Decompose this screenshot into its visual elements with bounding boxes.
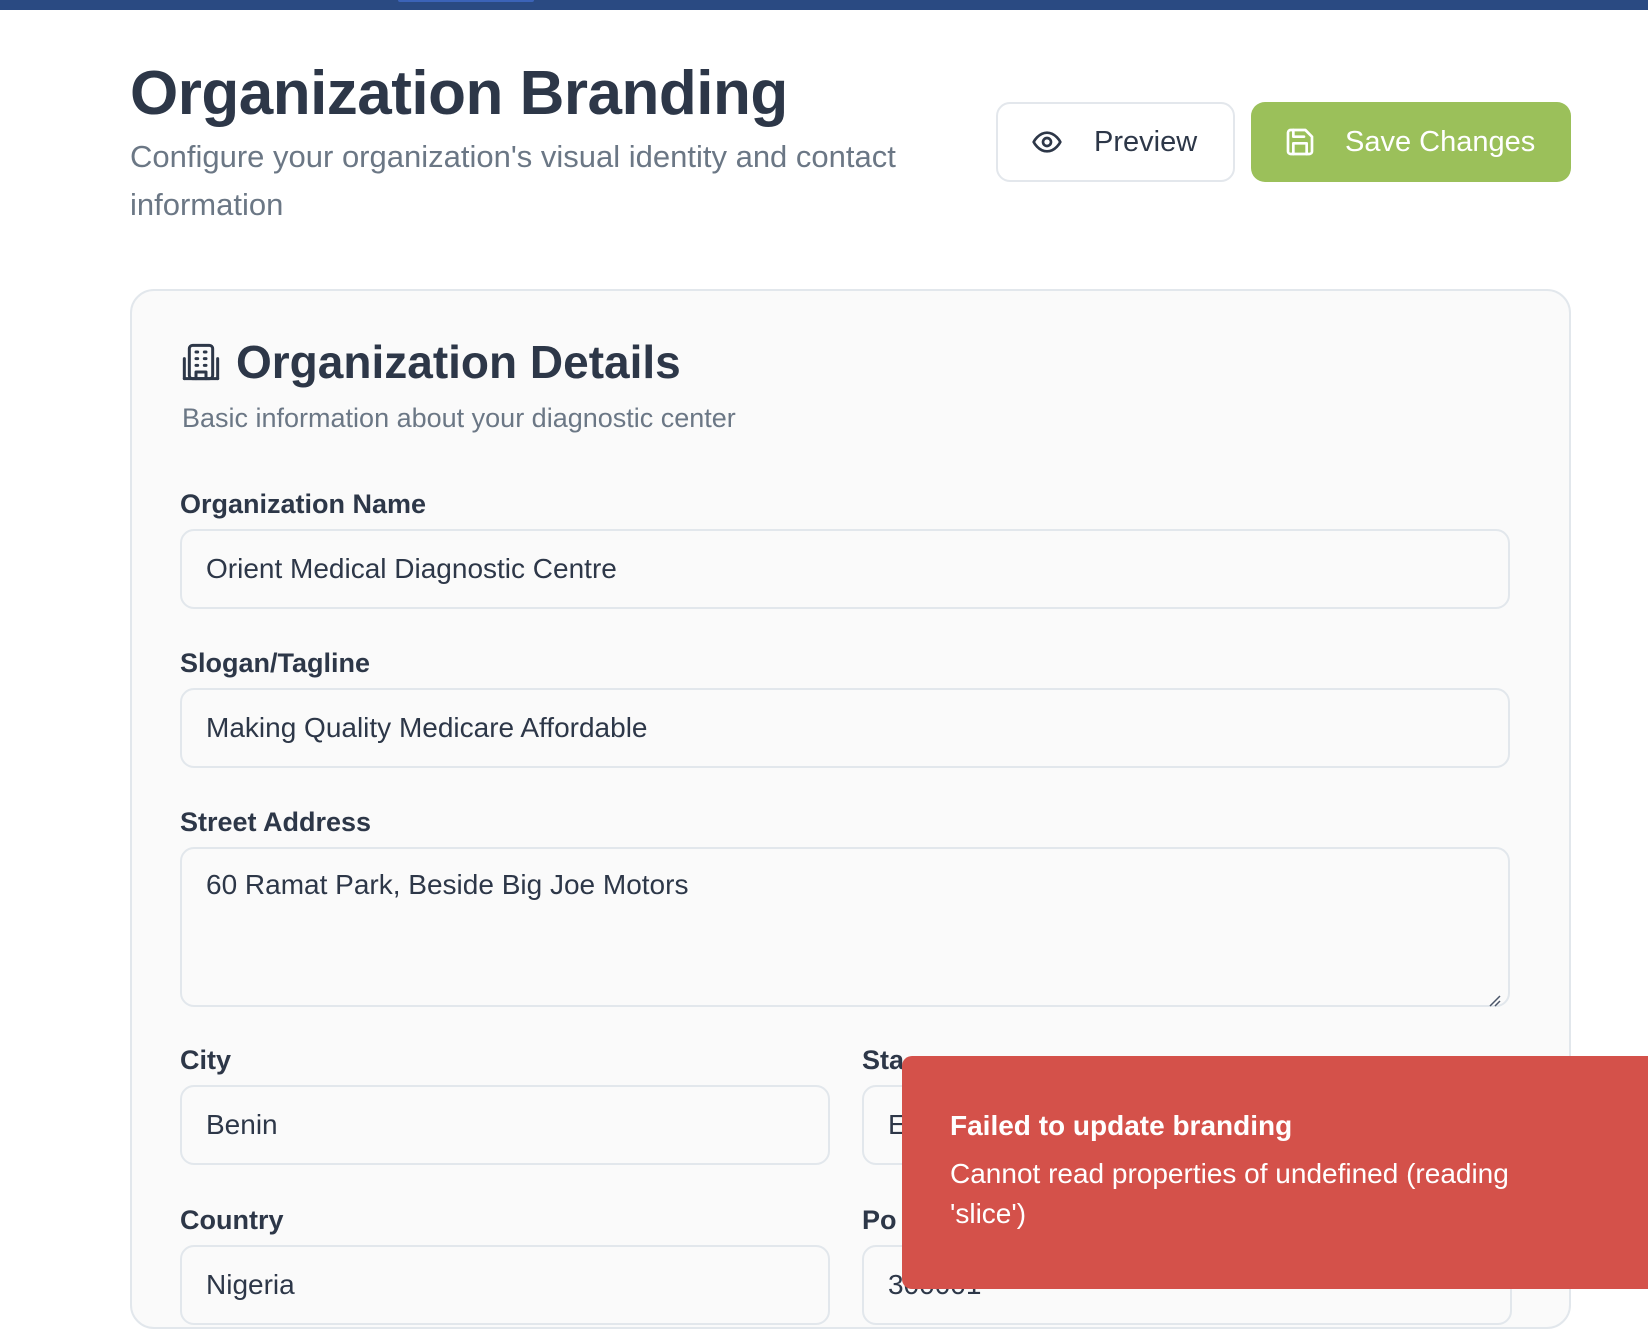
save-changes-label: Save Changes — [1345, 125, 1536, 158]
resize-handle-icon[interactable] — [1486, 983, 1502, 1007]
country-value: Nigeria — [206, 1269, 295, 1300]
country-label: Country — [180, 1205, 284, 1235]
slogan-input[interactable]: Making Quality Medicare Affordable — [180, 688, 1510, 768]
card-title: Organization Details — [236, 336, 681, 388]
organization-name-value: Orient Medical Diagnostic Centre — [206, 553, 617, 584]
card-description: Basic information about your diagnostic … — [182, 403, 736, 433]
street-address-label: Street Address — [180, 807, 372, 837]
building-icon — [180, 341, 222, 383]
organization-name-label: Organization Name — [180, 489, 427, 519]
organization-name-input[interactable]: Orient Medical Diagnostic Centre — [180, 529, 1510, 609]
toast-message: Cannot read properties of undefined (rea… — [950, 1158, 1509, 1229]
slogan-value: Making Quality Medicare Affordable — [206, 712, 648, 743]
error-toast[interactable]: Failed to update branding Cannot read pr… — [902, 1056, 1648, 1289]
eye-icon — [1030, 125, 1064, 159]
city-label: City — [180, 1045, 232, 1075]
street-address-textarea[interactable]: 60 Ramat Park, Beside Big Joe Motors — [180, 847, 1510, 1007]
street-address-value: 60 Ramat Park, Beside Big Joe Motors — [206, 869, 689, 900]
city-value: Benin — [206, 1109, 278, 1140]
card-header: Organization Details — [180, 335, 681, 389]
postal-code-label: Po — [862, 1205, 897, 1235]
save-icon — [1283, 125, 1317, 159]
active-tab-indicator — [398, 0, 534, 2]
page-title: Organization Branding — [130, 59, 788, 128]
city-input[interactable]: Benin — [180, 1085, 830, 1165]
preview-button[interactable]: Preview — [996, 102, 1235, 182]
state-label: Sta — [862, 1045, 905, 1075]
preview-button-label: Preview — [1094, 125, 1198, 158]
top-navigation-bar — [0, 0, 1648, 10]
slogan-label: Slogan/Tagline — [180, 648, 371, 678]
save-changes-button[interactable]: Save Changes — [1251, 102, 1571, 182]
page-subtitle: Configure your organization's visual ide… — [130, 139, 896, 222]
toast-title: Failed to update branding — [950, 1110, 1293, 1141]
country-input[interactable]: Nigeria — [180, 1245, 830, 1325]
